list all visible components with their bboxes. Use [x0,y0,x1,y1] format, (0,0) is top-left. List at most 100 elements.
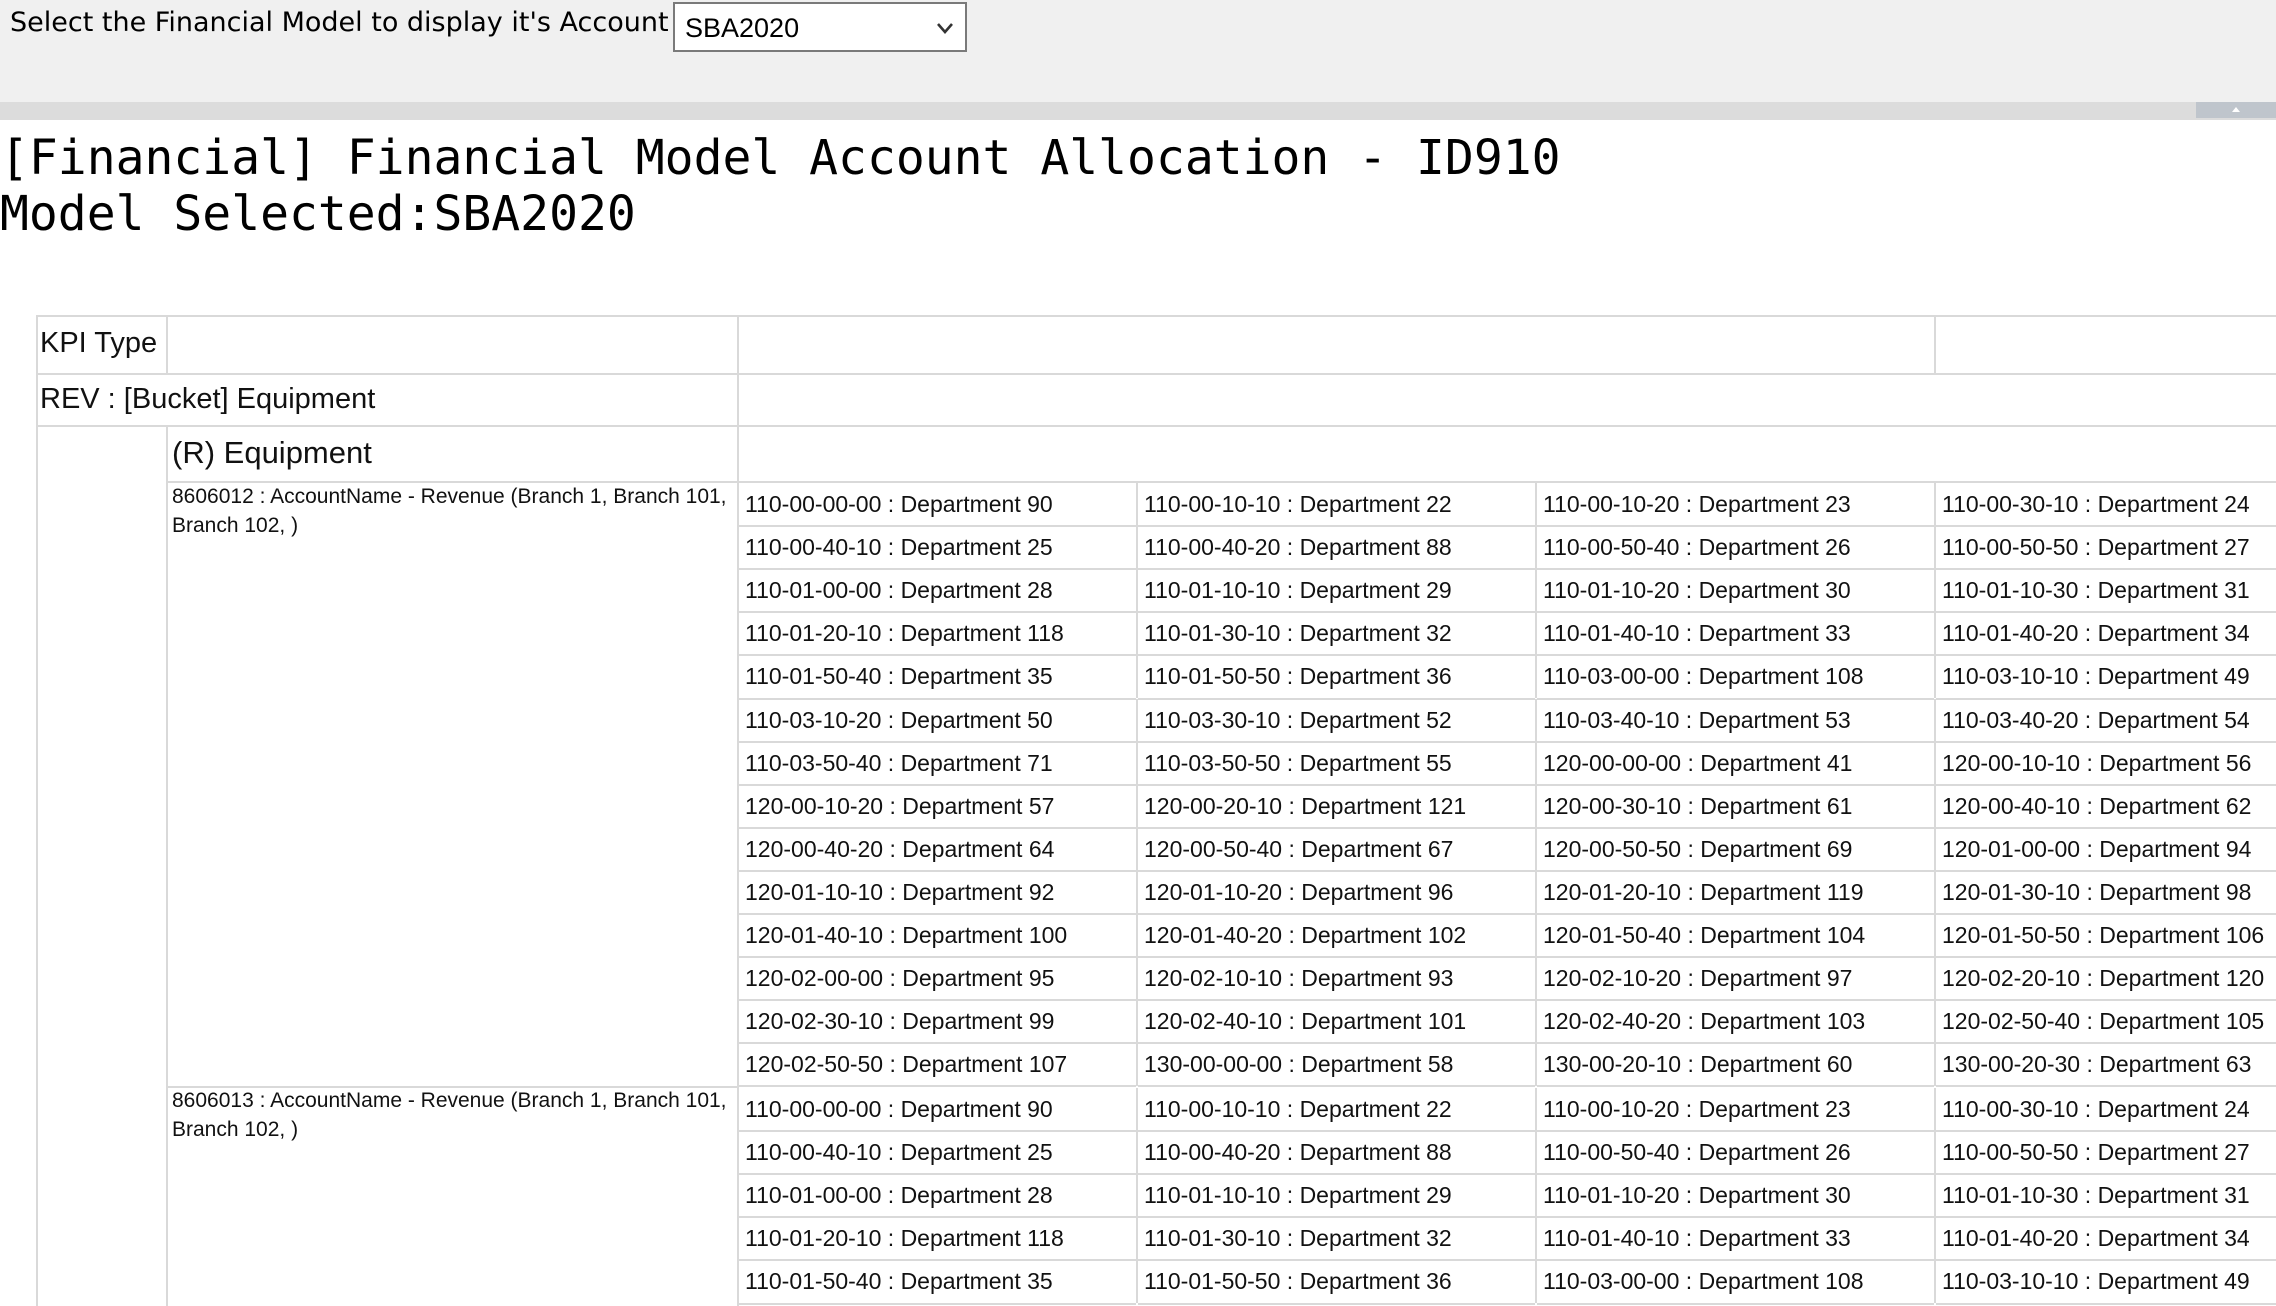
department-cell: 120-01-40-10 : Department 100 [745,922,1068,948]
account-allocation-table: KPI Type REV : [Bucket] Equipment (R) Eq… [36,315,2276,1306]
department-cell: 120-02-50-50 : Department 107 [745,1051,1068,1078]
department-cell: 120-00-10-20 : Department 57 [745,792,1055,819]
kpi-label-divider [166,315,168,373]
department-cell: 120-02-20-10 : Department 120 [1942,965,2265,992]
department-cell: 110-00-40-20 : Department 88 [1144,1139,1452,1166]
department-cell: 110-01-10-10 : Department 29 [1144,577,1452,604]
department-cell: 110-01-10-30 : Department 31 [1942,577,2250,604]
department-cell: 130-00-20-30 : Department 63 [1942,1051,2252,1078]
department-cell: 120-01-50-50 : Department 106 [1942,922,2265,948]
department-cell: 110-03-40-10 : Department 53 [1543,706,1851,733]
department-cell: 120-02-50-40 : Department 105 [1942,1008,2265,1035]
department-cell: 120-01-50-40 : Department 104 [1543,922,1866,948]
department-cell: 110-01-00-00 : Department 28 [745,1182,1053,1209]
department-cell: 110-01-10-20 : Department 30 [1543,1182,1851,1209]
department-cell: 120-02-40-20 : Department 103 [1543,1008,1866,1035]
department-cell: 110-01-40-10 : Department 33 [1543,1225,1851,1252]
department-cell: 110-00-50-40 : Department 26 [1543,534,1851,561]
department-cell: 110-00-40-10 : Department 25 [745,534,1053,561]
department-cell: 110-03-30-10 : Department 52 [1144,706,1452,733]
department-cell: 110-01-40-10 : Department 33 [1543,620,1851,647]
department-cell: 120-00-30-10 : Department 61 [1543,792,1853,819]
bucket-row-divider [36,425,2276,427]
department-cell: 110-00-00-00 : Department 90 [745,1096,1053,1122]
department-cell: 110-01-10-20 : Department 30 [1543,577,1851,604]
model-selected-title: Model Selected:SBA2020 [0,186,636,242]
department-cell: 120-02-10-20 : Department 97 [1543,965,1853,992]
department-cell: 110-01-50-50 : Department 36 [1144,1268,1452,1295]
department-cell: 120-02-40-10 : Department 101 [1144,1008,1467,1035]
department-cell: 130-00-00-00 : Department 58 [1144,1051,1454,1078]
department-cell: 110-00-40-20 : Department 88 [1144,534,1452,561]
department-cell: 120-00-50-40 : Department 67 [1144,835,1454,862]
department-cell: 120-02-00-00 : Department 95 [745,965,1055,992]
chevron-down-icon [937,23,953,34]
cell-border [1936,1302,2276,1305]
department-cell: 110-01-20-10 : Department 118 [745,620,1064,647]
department-cell: 110-03-10-10 : Department 49 [1942,663,2250,690]
department-cell: 110-03-40-20 : Department 54 [1942,706,2250,733]
table-border-left [36,315,38,1306]
kpi-value-divider [1934,315,1936,373]
department-cell: 110-01-50-40 : Department 35 [745,663,1053,690]
table-border-top [36,315,2276,317]
department-cell: 110-00-50-50 : Department 27 [1942,534,2250,561]
accounts-column-divider [166,425,168,1306]
department-cell: 120-01-10-20 : Department 96 [1144,878,1454,905]
department-cell: 120-00-50-50 : Department 69 [1543,835,1853,862]
bucket-label: REV : [Bucket] Equipment [40,383,376,415]
department-cell: 110-00-50-40 : Department 26 [1543,1139,1851,1166]
collapse-toolbar-button[interactable] [2196,102,2276,118]
department-cell: 120-01-20-10 : Department 119 [1543,878,1864,905]
department-cell: 110-01-20-10 : Department 118 [745,1225,1064,1252]
department-cell: 110-03-10-20 : Department 50 [745,706,1053,733]
department-cell: 110-00-30-10 : Department 24 [1942,1096,2250,1122]
department-cell: 120-01-00-00 : Department 94 [1942,835,2252,862]
department-cell: 110-00-30-10 : Department 24 [1942,491,2250,517]
department-cell: 110-00-10-10 : Department 22 [1144,491,1452,517]
department-cell: 120-01-30-10 : Department 98 [1942,878,2252,905]
department-cell: 110-03-50-50 : Department 55 [1144,749,1452,776]
department-cell: 110-00-50-50 : Department 27 [1942,1139,2250,1166]
department-cell: 120-02-10-10 : Department 93 [1144,965,1454,992]
department-cell: 110-01-30-10 : Department 32 [1144,620,1452,647]
group-label: (R) Equipment [172,435,372,470]
account-name: 8606012 : AccountName - Revenue (Branch … [172,485,727,537]
toolbar-divider [0,102,2276,120]
department-cell: 120-02-30-10 : Department 99 [745,1008,1055,1035]
department-cell: 110-00-10-20 : Department 23 [1543,1096,1851,1122]
department-cell: 110-00-40-10 : Department 25 [745,1139,1053,1166]
department-cell: 120-00-40-20 : Department 64 [745,835,1055,862]
department-cell: 110-03-00-00 : Department 108 [1543,663,1864,690]
department-cell: 110-01-30-10 : Department 32 [1144,1225,1452,1252]
model-select-label: Select the Financial Model to display it… [10,7,725,38]
department-cell: 110-00-10-10 : Department 22 [1144,1096,1452,1122]
account-name: 8606013 : AccountName - Revenue (Branch … [172,1089,727,1141]
department-cell: 120-00-40-10 : Department 62 [1942,792,2252,819]
department-cell: 110-01-40-20 : Department 34 [1942,620,2250,647]
model-filter-bar: Select the Financial Model to display it… [0,0,2276,102]
department-cell: 110-03-00-00 : Department 108 [1543,1268,1864,1295]
department-cell: 110-01-50-40 : Department 35 [745,1268,1053,1295]
department-cell: 120-01-10-10 : Department 92 [745,878,1055,905]
cell-border [1537,1302,1934,1305]
department-cell: 110-01-40-20 : Department 34 [1942,1225,2250,1252]
cell-border [1138,1302,1535,1305]
department-cell: 110-00-00-00 : Department 90 [745,491,1053,517]
cell-border [739,1302,1136,1305]
department-cell: 110-01-10-10 : Department 29 [1144,1182,1452,1209]
department-cell: 120-01-40-20 : Department 102 [1144,922,1467,948]
department-cell: 130-00-20-10 : Department 60 [1543,1051,1853,1078]
department-cell: 120-00-20-10 : Department 121 [1144,792,1467,819]
department-cell: 110-01-00-00 : Department 28 [745,577,1053,604]
kpi-type-label: KPI Type [40,327,158,359]
kpi-row-divider [36,373,2276,375]
department-cell: 110-01-10-30 : Department 31 [1942,1182,2250,1209]
model-select[interactable]: SBA2020 [673,2,967,52]
department-cell: 110-03-10-10 : Department 49 [1942,1268,2250,1295]
department-cell: 110-01-50-50 : Department 36 [1144,663,1452,690]
model-select-value: SBA2020 [685,13,800,43]
department-cell: 110-00-10-20 : Department 23 [1543,491,1851,517]
department-cell: 110-03-50-40 : Department 71 [745,749,1053,776]
department-cell: 120-00-10-10 : Department 56 [1942,749,2252,776]
